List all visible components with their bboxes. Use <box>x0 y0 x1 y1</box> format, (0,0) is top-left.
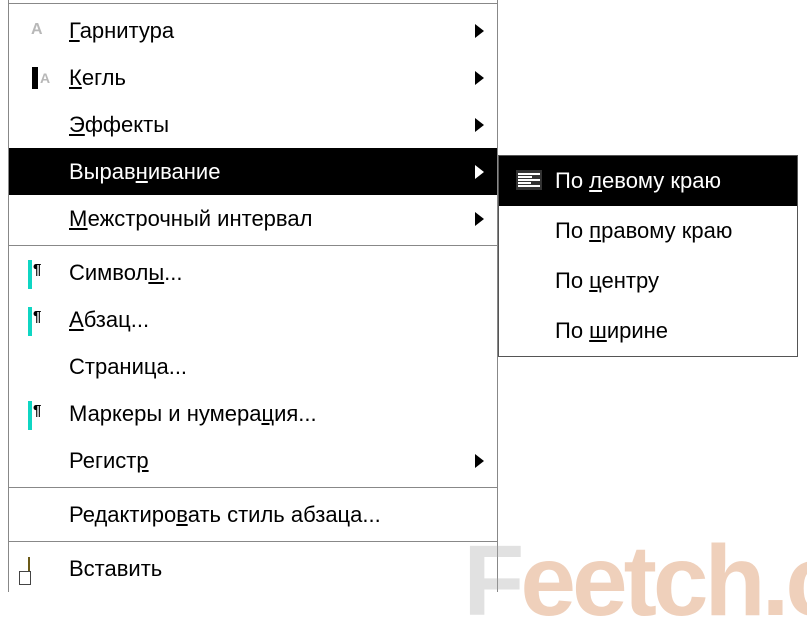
font-icon <box>28 20 50 42</box>
menu-item-label: Символы... <box>69 260 461 286</box>
menu-item[interactable]: Гарнитура <box>9 7 497 54</box>
menu-item-label: По ширине <box>555 318 797 344</box>
menu-item-label: Редактировать стиль абзаца... <box>69 502 461 528</box>
submenu-item[interactable]: По центру <box>499 256 797 306</box>
menu-item[interactable]: Выравнивание <box>9 148 497 195</box>
menu-separator <box>9 487 497 488</box>
menu-item-label: Абзац... <box>69 307 461 333</box>
menu-item-label: По центру <box>555 268 797 294</box>
submenu-arrow-icon <box>475 118 484 132</box>
menu-item[interactable]: Абзац... <box>9 296 497 343</box>
paragraph-icon <box>28 262 50 284</box>
menu-item-label: По левому краю <box>555 168 797 194</box>
menu-item[interactable]: Вставить <box>9 545 497 592</box>
paste-icon <box>28 558 50 580</box>
menu-item[interactable]: Кегль <box>9 54 497 101</box>
menu-item[interactable]: Регистр <box>9 437 497 484</box>
menu-item-label: По правому краю <box>555 218 797 244</box>
menu-item[interactable]: Эффекты <box>9 101 497 148</box>
submenu-arrow-icon <box>475 24 484 38</box>
paragraph-icon <box>28 309 50 331</box>
menu-item[interactable]: Межстрочный интервал <box>9 195 497 242</box>
menu-item-label: Межстрочный интервал <box>69 206 461 232</box>
size-icon <box>28 67 50 89</box>
alignment-submenu: По левому краю По правому краю По центру По… <box>498 155 798 357</box>
align-left-icon <box>516 170 538 192</box>
submenu-item[interactable]: По правому краю <box>499 206 797 256</box>
menu-item-label: Гарнитура <box>69 18 461 44</box>
menu-item-label: Маркеры и нумерация... <box>69 401 461 427</box>
menu-item[interactable]: Символы... <box>9 249 497 296</box>
menu-item-label: Выравнивание <box>69 159 461 185</box>
menu-item-label: Страница... <box>69 354 461 380</box>
menu-separator <box>9 541 497 542</box>
menu-item-label: Регистр <box>69 448 461 474</box>
menu-item-label: Вставить <box>69 556 461 582</box>
context-menu: Гарнитура Кегль Эффекты Выравнивание Межстро… <box>8 0 498 592</box>
submenu-item[interactable]: По ширине <box>499 306 797 356</box>
submenu-arrow-icon <box>475 212 484 226</box>
submenu-item[interactable]: По левому краю <box>499 156 797 206</box>
menu-item[interactable]: Редактировать стиль абзаца... <box>9 491 497 538</box>
paragraph-icon <box>28 403 50 425</box>
submenu-arrow-icon <box>475 165 484 179</box>
menu-item-label: Эффекты <box>69 112 461 138</box>
submenu-arrow-icon <box>475 454 484 468</box>
menu-item[interactable]: Маркеры и нумерация... <box>9 390 497 437</box>
menu-item-label: Кегль <box>69 65 461 91</box>
watermark: Feetch.c <box>463 524 807 639</box>
menu-separator <box>9 245 497 246</box>
submenu-arrow-icon <box>475 71 484 85</box>
menu-item[interactable]: Страница... <box>9 343 497 390</box>
